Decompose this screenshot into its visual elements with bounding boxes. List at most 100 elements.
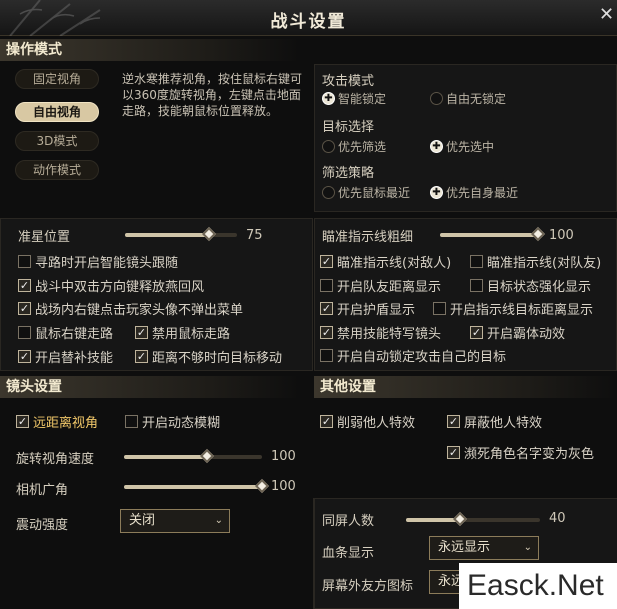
checkbox-label: 远距离视角 bbox=[33, 416, 99, 431]
slider-fill bbox=[125, 233, 209, 237]
checkbox-label: 濒死角色名字变为灰色 bbox=[464, 447, 595, 462]
hp-bar-label: 血条显示 bbox=[322, 546, 375, 561]
checkbox-label: 瞄准指示线(对队友) bbox=[487, 256, 602, 271]
checkbox-disable-mouse-walk[interactable]: ✓ 禁用鼠标走路 bbox=[135, 323, 230, 342]
radio-selected-icon: ✚ bbox=[322, 92, 335, 105]
checkbox-box bbox=[18, 255, 31, 268]
shake-intensity-select[interactable]: 关闭 ⌄ bbox=[120, 509, 230, 533]
checkbox-no-player-menu[interactable]: ✓ 战场内右键点击玩家头像不弹出菜单 bbox=[18, 299, 243, 318]
radio-unselected-icon bbox=[430, 92, 443, 105]
checkbox-label: 禁用技能特写镜头 bbox=[337, 327, 442, 342]
radio-label: 自由无锁定 bbox=[446, 92, 507, 106]
checkbox-box: ✓ bbox=[18, 302, 31, 315]
mode-fixed-view-button[interactable]: 固定视角 bbox=[15, 69, 99, 89]
target-select-label: 目标选择 bbox=[322, 120, 375, 135]
other-settings-header: 其他设置 bbox=[314, 376, 617, 398]
checkbox-target-status-enhance[interactable]: 目标状态强化显示 bbox=[470, 276, 591, 295]
radio-mouse-nearest[interactable]: 优先鼠标最近 bbox=[322, 184, 410, 201]
hp-bar-select[interactable]: 永远显示 ⌄ bbox=[429, 536, 539, 560]
checkbox-super-armor-effect[interactable]: ✓ 开启霸体动效 bbox=[470, 323, 565, 342]
checkbox-dynamic-blur[interactable]: 开启动态模糊 bbox=[125, 412, 220, 431]
rotate-speed-value: 100 bbox=[271, 449, 296, 464]
checkbox-label: 开启替补技能 bbox=[35, 351, 114, 366]
slider-fill bbox=[124, 485, 262, 489]
checkbox-box: ✓ bbox=[447, 446, 460, 459]
crosshair-label: 准星位置 bbox=[18, 230, 71, 245]
radio-label: 优先自身最近 bbox=[446, 186, 519, 200]
mode-action-button[interactable]: 动作模式 bbox=[15, 160, 99, 180]
offscreen-icon-label: 屏幕外友方图标 bbox=[322, 579, 414, 594]
same-screen-label: 同屏人数 bbox=[322, 514, 375, 529]
checkbox-label: 开启护盾显示 bbox=[337, 303, 416, 318]
mode-free-view-button[interactable]: 自由视角 bbox=[15, 102, 99, 122]
select-value: 关闭 bbox=[129, 513, 156, 528]
radio-self-nearest[interactable]: ✚ 优先自身最近 bbox=[430, 184, 518, 201]
mode-description: 逆水寒推荐视角，按住鼠标右键可以360度旋转视角，左键点击地面走路，技能朝鼠标位… bbox=[122, 72, 303, 118]
crosshair-value: 75 bbox=[246, 228, 263, 243]
checkbox-indicator-distance[interactable]: 开启指示线目标距离显示 bbox=[433, 299, 593, 318]
checkbox-auto-lock-attacker[interactable]: 开启自动锁定攻击自己的目标 bbox=[320, 346, 506, 365]
checkbox-box: ✓ bbox=[16, 415, 29, 428]
mode-3d-button[interactable]: 3D模式 bbox=[15, 131, 99, 151]
checkbox-dying-gray-name[interactable]: ✓ 濒死角色名字变为灰色 bbox=[447, 443, 594, 462]
checkbox-label: 寻路时开启智能镜头跟随 bbox=[35, 256, 179, 271]
checkbox-hide-effects[interactable]: ✓ 屏蔽他人特效 bbox=[447, 412, 542, 431]
checkbox-right-click-walk[interactable]: 鼠标右键走路 bbox=[18, 323, 113, 342]
slider-fill bbox=[440, 233, 538, 237]
checkbox-label: 距离不够时向目标移动 bbox=[152, 351, 283, 366]
radio-label: 智能锁定 bbox=[338, 92, 387, 106]
rotate-speed-slider[interactable] bbox=[124, 448, 262, 464]
checkbox-smart-camera-follow[interactable]: 寻路时开启智能镜头跟随 bbox=[18, 252, 178, 271]
slider-fill bbox=[124, 455, 207, 459]
checkbox-label: 战斗中双击方向键释放燕回风 bbox=[35, 280, 205, 295]
checkbox-aim-line-ally[interactable]: 瞄准指示线(对队友) bbox=[470, 252, 601, 271]
checkbox-box: ✓ bbox=[447, 415, 460, 428]
same-screen-slider[interactable] bbox=[406, 511, 540, 527]
chevron-down-icon: ⌄ bbox=[523, 542, 532, 553]
checkbox-weaken-effects[interactable]: ✓ 削弱他人特效 bbox=[320, 412, 415, 431]
checkbox-ally-distance[interactable]: 开启队友距离显示 bbox=[320, 276, 441, 295]
checkbox-label: 开启队友距离显示 bbox=[337, 280, 442, 295]
checkbox-box bbox=[125, 415, 138, 428]
radio-unselected-icon bbox=[322, 186, 335, 199]
radio-smart-lock[interactable]: ✚ 智能锁定 bbox=[322, 90, 386, 107]
checkbox-label: 削弱他人特效 bbox=[337, 416, 416, 431]
radio-prefer-selected[interactable]: ✚ 优先选中 bbox=[430, 138, 494, 155]
radio-prefer-filter[interactable]: 优先筛选 bbox=[322, 138, 386, 155]
checkbox-label: 开启霸体动效 bbox=[487, 327, 566, 342]
rotate-speed-label: 旋转视角速度 bbox=[16, 452, 95, 467]
checkbox-box bbox=[320, 349, 333, 362]
checkbox-aim-line-enemy[interactable]: ✓ 瞄准指示线(对敌人) bbox=[320, 252, 451, 271]
checkbox-double-tap-skill[interactable]: ✓ 战斗中双击方向键释放燕回风 bbox=[18, 276, 204, 295]
radio-label: 优先筛选 bbox=[338, 140, 387, 154]
close-icon[interactable]: ✕ bbox=[599, 6, 615, 24]
aim-line-slider[interactable] bbox=[440, 226, 546, 242]
checkbox-box bbox=[433, 302, 446, 315]
title-bar: 战斗设置 ✕ bbox=[0, 0, 617, 36]
checkbox-label: 屏蔽他人特效 bbox=[464, 416, 543, 431]
radio-free-no-lock[interactable]: 自由无锁定 bbox=[430, 90, 506, 107]
checkbox-move-to-target[interactable]: ✓ 距离不够时向目标移动 bbox=[135, 347, 282, 366]
checkbox-label: 战场内右键点击玩家头像不弹出菜单 bbox=[35, 303, 244, 318]
checkbox-box bbox=[470, 279, 483, 292]
checkbox-disable-skill-closeup[interactable]: ✓ 禁用技能特写镜头 bbox=[320, 323, 441, 342]
checkbox-box: ✓ bbox=[470, 326, 483, 339]
checkbox-box: ✓ bbox=[135, 350, 148, 363]
checkbox-box: ✓ bbox=[320, 415, 333, 428]
slider-knob[interactable] bbox=[254, 478, 270, 494]
chevron-down-icon: ⌄ bbox=[214, 515, 223, 526]
crosshair-slider[interactable] bbox=[125, 226, 237, 242]
fov-value: 100 bbox=[271, 479, 296, 494]
checkbox-box: ✓ bbox=[320, 302, 333, 315]
radio-selected-icon: ✚ bbox=[430, 140, 443, 153]
shake-intensity-label: 震动强度 bbox=[16, 518, 69, 533]
fov-slider[interactable] bbox=[124, 478, 270, 494]
checkbox-box: ✓ bbox=[320, 326, 333, 339]
radio-unselected-icon bbox=[322, 140, 335, 153]
checkbox-label: 开启自动锁定攻击自己的目标 bbox=[337, 350, 507, 365]
checkbox-far-view[interactable]: ✓ 远距离视角 bbox=[16, 412, 98, 431]
checkbox-substitute-skill[interactable]: ✓ 开启替补技能 bbox=[18, 347, 113, 366]
slider-knob[interactable] bbox=[199, 448, 214, 464]
checkbox-shield-display[interactable]: ✓ 开启护盾显示 bbox=[320, 299, 415, 318]
checkbox-label: 开启指示线目标距离显示 bbox=[450, 303, 594, 318]
